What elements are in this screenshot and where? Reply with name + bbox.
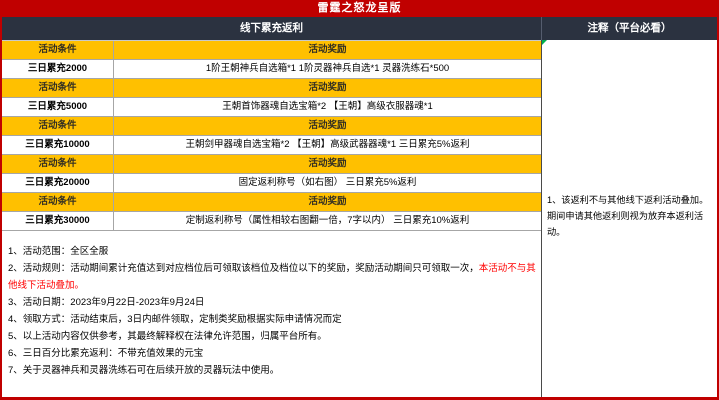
note-text: 6、三日百分比累充返利：不带充值效果的元宝	[8, 348, 204, 359]
reward-header-cell: 活动奖励	[308, 120, 347, 131]
reward-cell: 定制返利称号（属性相较右图翻一倍，7字以内） 三日累充10%返利	[185, 215, 470, 226]
note-line: 7、关于灵器神兵和灵器洗练石可在后续开放的灵器玩法中使用。	[8, 362, 537, 379]
condition-cell: 三日累充30000	[2, 212, 114, 230]
condition-header-cell: 活动条件	[2, 117, 114, 135]
note-text: 2、活动规则：活动期间累计充值达到对应档位后可领取该档位及档位以下的奖励，奖励活…	[8, 263, 479, 274]
table-row: 三日累充20000 固定返利称号（如右图） 三日累充5%返利	[2, 174, 541, 193]
table-header-row: 活动条件 活动奖励	[2, 41, 541, 60]
right-section-header: 注释（平台必看）	[587, 22, 672, 34]
rewards-table: 活动条件 活动奖励 三日累充2000 1阶王朝神兵自选箱*1 1阶灵器神兵自选*…	[2, 40, 541, 231]
condition-cell: 三日累充2000	[2, 60, 114, 78]
reward-header-cell: 活动奖励	[308, 82, 347, 93]
table-header-row: 活动条件 活动奖励	[2, 117, 541, 136]
note-line: 5、以上活动内容仅供参考，其最终解释权在法律允许范围，归属平台所有。	[8, 328, 537, 345]
note-text: 1、活动范围：全区全服	[8, 246, 109, 257]
table-row: 三日累充10000 王朝剑甲器魂自选宝箱*2 【王朝】高级武器器魂*1 三日累充…	[2, 136, 541, 155]
table-header-row: 活动条件 活动奖励	[2, 193, 541, 212]
reward-cell: 王朝首饰器魂自选宝箱*2 【王朝】高级衣服器魂*1	[222, 101, 433, 112]
condition-cell: 三日累充5000	[2, 98, 114, 116]
reward-cell: 固定返利称号（如右图） 三日累充5%返利	[238, 177, 417, 188]
note-text: 5、以上活动内容仅供参考，其最终解释权在法律允许范围，归属平台所有。	[8, 331, 327, 342]
reward-header-cell: 活动奖励	[308, 44, 347, 55]
condition-cell: 三日累充10000	[2, 136, 114, 154]
reward-header-cell: 活动奖励	[308, 196, 347, 207]
condition-cell: 三日累充20000	[2, 174, 114, 192]
page-title: 雷霆之怒龙呈版	[2, 0, 717, 17]
note-text: 3、活动日期：2023年9月22日-2023年9月24日	[8, 297, 205, 308]
condition-header-cell: 活动条件	[2, 193, 114, 211]
note-line: 1、活动范围：全区全服	[8, 243, 537, 260]
note-text: 7、关于灵器神兵和灵器洗练石可在后续开放的灵器玩法中使用。	[8, 365, 280, 376]
condition-header-cell: 活动条件	[2, 155, 114, 173]
rewards-section: 活动条件 活动奖励 三日累充2000 1阶王朝神兵自选箱*1 1阶灵器神兵自选*…	[2, 40, 542, 397]
section-header-row: 线下累充返利 注释（平台必看）	[2, 17, 717, 40]
cell-comment-marker-icon	[542, 40, 547, 45]
note-line: 3、活动日期：2023年9月22日-2023年9月24日	[8, 294, 537, 311]
note-line: 4、领取方式：活动结束后，3日内邮件领取，定制类奖励根据实际申请情况而定	[8, 311, 537, 328]
reward-header-cell: 活动奖励	[308, 158, 347, 169]
rules-notes-list: 1、活动范围：全区全服 2、活动规则：活动期间累计充值达到对应档位后可领取该档位…	[2, 231, 541, 379]
promo-sheet: 雷霆之怒龙呈版 线下累充返利 注释（平台必看） 活动条件 活动奖励 三日累充20…	[0, 0, 719, 400]
note-text: 4、领取方式：活动结束后，3日内邮件领取，定制类奖励根据实际申请情况而定	[8, 314, 342, 325]
table-header-row: 活动条件 活动奖励	[2, 155, 541, 174]
table-row: 三日累充2000 1阶王朝神兵自选箱*1 1阶灵器神兵自选*1 灵器洗练石*50…	[2, 60, 541, 79]
left-section-header: 线下累充返利	[2, 17, 542, 40]
annotation-panel: 1、该返利不与其他线下返利活动叠加。期间申请其他返利则视为放弃本返利活动。	[542, 40, 717, 397]
note-line: 2、活动规则：活动期间累计充值达到对应档位后可领取该档位及档位以下的奖励，奖励活…	[8, 260, 537, 294]
table-row: 三日累充30000 定制返利称号（属性相较右图翻一倍，7字以内） 三日累充10%…	[2, 212, 541, 231]
table-row: 三日累充5000 王朝首饰器魂自选宝箱*2 【王朝】高级衣服器魂*1	[2, 98, 541, 117]
note-line: 6、三日百分比累充返利：不带充值效果的元宝	[8, 345, 537, 362]
table-header-row: 活动条件 活动奖励	[2, 79, 541, 98]
reward-cell: 王朝剑甲器魂自选宝箱*2 【王朝】高级武器器魂*1 三日累充5%返利	[185, 139, 470, 150]
condition-header-cell: 活动条件	[2, 41, 114, 59]
sheet-body: 活动条件 活动奖励 三日累充2000 1阶王朝神兵自选箱*1 1阶灵器神兵自选*…	[2, 40, 717, 397]
reward-cell: 1阶王朝神兵自选箱*1 1阶灵器神兵自选*1 灵器洗练石*500	[205, 63, 450, 74]
condition-header-cell: 活动条件	[2, 79, 114, 97]
annotation-note: 1、该返利不与其他线下返利活动叠加。期间申请其他返利则视为放弃本返利活动。	[547, 195, 709, 237]
